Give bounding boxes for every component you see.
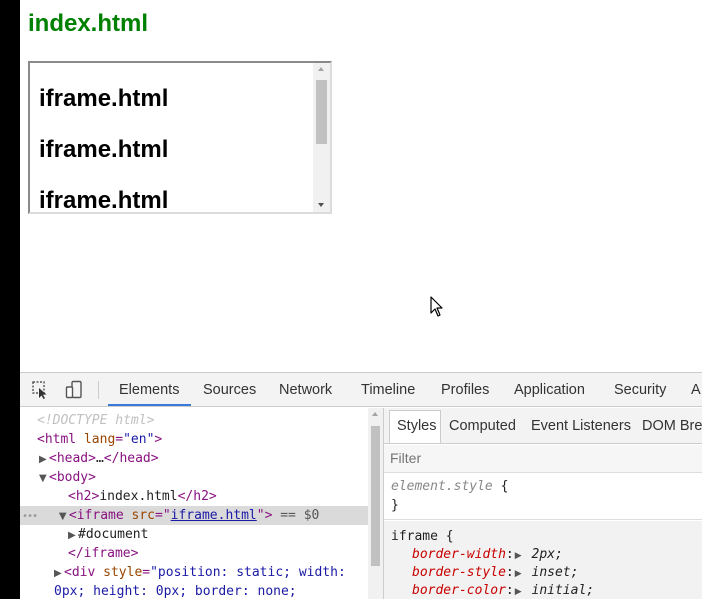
scroll-up-arrow-icon[interactable] — [318, 67, 324, 71]
tab-timeline[interactable]: Timeline — [361, 382, 415, 398]
iframe-frame[interactable]: iframe.html iframe.html iframe.html — [28, 61, 332, 214]
devtools-panel: Elements Sources Network Timeline Profil… — [20, 372, 702, 599]
tab-profiles[interactable]: Profiles — [441, 382, 489, 398]
css-property-value[interactable]: 2px; — [532, 547, 563, 562]
css-property-value[interactable]: inset; — [532, 565, 579, 580]
html-tag-name: html — [44, 432, 77, 447]
devtools-toolbar: Elements Sources Network Timeline Profil… — [20, 373, 702, 407]
tab-security[interactable]: Security — [614, 382, 666, 398]
inspect-element-icon[interactable] — [31, 380, 51, 400]
rule-close-line: } — [391, 497, 399, 515]
tree-node-div[interactable]: ▶ <div style="position: static; width: — [54, 563, 346, 582]
tab-application[interactable]: Application — [514, 382, 585, 398]
css-declaration[interactable]: border-width:▶ 2px; — [412, 546, 563, 564]
element-style-rule: element.style { } — [384, 474, 702, 520]
h2-open-tag: <h2> — [68, 489, 100, 504]
tree-node-div-continuation: 0px; height: 0px; border: none; — [54, 582, 297, 599]
rule-selector-line[interactable]: element.style { — [391, 478, 508, 496]
h2-text: index.html — [99, 489, 178, 504]
elements-tree: <!DOCTYPE html> <html lang="en"> ▶ <head>… — [20, 408, 383, 599]
css-declaration[interactable]: border-style:▶ inset; — [412, 564, 578, 582]
collapse-triangle-icon[interactable]: ▼ — [59, 507, 69, 526]
iframe-close-tag: </iframe> — [68, 546, 139, 561]
close-brace: } — [391, 498, 399, 513]
tree-node-html[interactable]: <html lang="en"> — [37, 430, 162, 449]
head-close-tag: </head> — [103, 451, 159, 466]
head-tag: <head> — [49, 451, 96, 466]
selected-node-marker: == $0 — [280, 508, 320, 523]
body-tag: <body> — [49, 470, 96, 485]
iframe-heading: iframe.html — [39, 85, 169, 112]
iframe-attr-name: src — [131, 508, 155, 523]
div-attr-value: "position: static; width: — [150, 565, 346, 580]
iframe-src-link[interactable]: iframe.html — [171, 508, 257, 523]
css-property-value[interactable]: initial; — [532, 583, 595, 598]
page-viewport: index.html iframe.html iframe.html ifram… — [20, 0, 702, 372]
expand-shorthand-icon[interactable]: ▶ — [515, 583, 522, 599]
elements-scroll-thumb[interactable] — [371, 426, 380, 566]
tab-elements[interactable]: Elements — [119, 382, 179, 398]
tree-node-iframe-close[interactable]: </iframe> — [68, 544, 138, 563]
expand-triangle-icon[interactable]: ▶ — [39, 450, 49, 469]
tree-node-document[interactable]: ▶ #document — [68, 525, 148, 544]
styles-filter-input[interactable] — [390, 450, 690, 466]
iframe-style-rule: iframe { border-width:▶ 2px; border-styl… — [384, 521, 702, 599]
tab-styles[interactable]: Styles — [397, 418, 437, 434]
iframe-heading: iframe.html — [39, 187, 169, 214]
collapsed-ellipsis[interactable]: … — [96, 451, 104, 466]
elements-scrollbar[interactable] — [368, 408, 383, 599]
css-property-name: border-style — [412, 565, 506, 580]
expand-triangle-icon[interactable]: ▶ — [68, 526, 78, 545]
tree-node-h2[interactable]: <h2>index.html</h2> — [68, 487, 217, 506]
tree-node-iframe-selected[interactable]: ••• ▼ <iframe src="iframe.html"> == $0 — [20, 506, 368, 525]
css-property-name: border-color — [412, 583, 506, 598]
tree-node-body[interactable]: ▼ <body> — [39, 468, 96, 487]
iframe-scrollbar[interactable] — [313, 63, 330, 212]
css-declaration[interactable]: border-color:▶ initial; — [412, 582, 594, 599]
collapse-triangle-icon[interactable]: ▼ — [39, 469, 49, 488]
styles-tab-bar: Styles Computed Event Listeners DOM Bre — [384, 408, 702, 444]
open-brace: { — [445, 529, 454, 544]
div-tag-name: div — [71, 565, 96, 580]
node-actions-menu[interactable]: ••• — [22, 511, 38, 522]
expand-triangle-icon[interactable]: ▶ — [54, 564, 64, 583]
mouse-pointer-icon — [430, 296, 443, 317]
tab-event-listeners[interactable]: Event Listeners — [531, 418, 631, 434]
tab-network[interactable]: Network — [279, 382, 332, 398]
tree-node-doctype[interactable]: <!DOCTYPE html> — [37, 411, 154, 430]
page-heading: index.html — [28, 10, 149, 37]
doctype-text: <!DOCTYPE html> — [37, 413, 155, 428]
iframe-rule-selector: iframe — [391, 529, 438, 544]
tab-overflow[interactable]: A — [691, 382, 701, 398]
iframe-tag-name: iframe — [76, 508, 124, 523]
html-attr-value: "en" — [123, 432, 155, 447]
tab-dom-breakpoints[interactable]: DOM Bre — [642, 418, 702, 434]
toolbar-divider — [98, 381, 99, 399]
tree-node-head[interactable]: ▶ <head>…</head> — [39, 449, 159, 468]
scroll-down-arrow-icon[interactable] — [318, 203, 324, 207]
iframe-content: iframe.html iframe.html iframe.html — [30, 63, 313, 212]
css-property-name: border-width — [412, 547, 506, 562]
iframe-heading: iframe.html — [39, 136, 169, 163]
div-attr-name: style — [103, 565, 143, 580]
rule-selector-line[interactable]: iframe { — [391, 528, 454, 546]
device-toolbar-icon[interactable] — [64, 380, 84, 400]
iframe-scroll-thumb[interactable] — [316, 80, 327, 144]
html-attr-name: lang — [83, 432, 116, 447]
expand-shorthand-icon[interactable]: ▶ — [515, 565, 522, 583]
element-style-selector: element.style — [391, 479, 493, 494]
div-attr-value-continued: 0px; height: 0px; border: none; — [54, 584, 297, 599]
scroll-up-arrow-icon[interactable] — [372, 412, 378, 416]
active-tab-indicator — [108, 404, 191, 406]
document-node-text: #document — [78, 527, 149, 542]
tab-sources[interactable]: Sources — [203, 382, 256, 398]
tab-computed[interactable]: Computed — [449, 418, 516, 434]
expand-shorthand-icon[interactable]: ▶ — [515, 547, 522, 565]
styles-sidebar: Styles Computed Event Listeners DOM Bre … — [383, 408, 702, 599]
h2-close-tag: </h2> — [177, 489, 217, 504]
open-brace: { — [500, 479, 509, 494]
styles-filter-bar — [384, 445, 702, 473]
